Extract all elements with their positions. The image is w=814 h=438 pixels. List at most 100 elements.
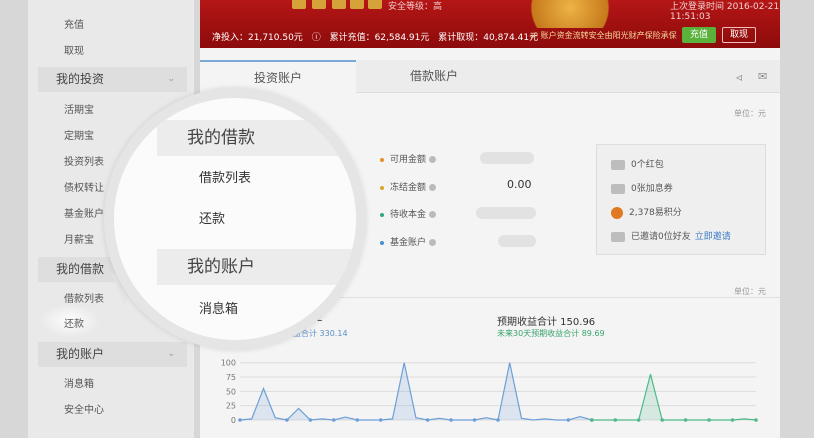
data-point[interactable] [449, 418, 453, 422]
data-point[interactable] [496, 418, 500, 422]
badge-icon [368, 0, 382, 9]
fund-frozen: 冻结金额 [380, 180, 437, 193]
chevron-down-icon: ⌄ [167, 349, 175, 359]
sidebar-item-withdraw[interactable]: 取现 [64, 42, 84, 57]
data-point[interactable] [730, 418, 735, 422]
data-point[interactable] [332, 418, 336, 422]
data-point[interactable] [590, 418, 594, 422]
coupon-row: 0张加息券 [611, 181, 673, 194]
dot-icon [380, 212, 384, 217]
net-invest: 净投入：21,710.50元 [212, 33, 303, 43]
account-tabs: 投资账户 借款账户 ◃ ✉ [200, 60, 780, 93]
sidebar-section-account[interactable]: 我的账户 ⌄ [38, 342, 187, 367]
invite-row: 已邀请0位好友 立即邀请 [611, 229, 731, 242]
sidebar-item-fixed-treasure[interactable]: 定期宝 [64, 127, 94, 142]
info-icon[interactable] [429, 211, 437, 218]
magnifier-loan-list[interactable]: 借款列表 [199, 167, 251, 186]
shield-icon: ☍ [530, 31, 541, 40]
data-point[interactable] [707, 418, 711, 422]
account-stats: 净投入：21,710.50元 ⓘ 累计充值：62,584.91元 累计取现：40… [212, 30, 544, 43]
value-placeholder [498, 235, 536, 247]
fund-available-label: 可用金额 [390, 155, 427, 165]
fund-available: 可用金额 [380, 152, 437, 165]
red-packet-count: 0个红包 [631, 160, 664, 170]
data-point[interactable] [636, 418, 641, 422]
data-point[interactable] [613, 418, 618, 422]
fund-frozen-value: 0.00 [507, 178, 532, 191]
mail-icon[interactable]: ✉ [758, 70, 767, 83]
dot-icon [380, 240, 384, 245]
page: 充值 取现 我的投资 ⌄ 活期宝 定期宝 投资列表 债权转让 基金账户 月薪宝 … [0, 0, 814, 438]
info-icon[interactable] [429, 184, 437, 191]
ticket-icon [611, 183, 625, 194]
sidebar-section-invest[interactable]: 我的投资 ⌄ [38, 67, 187, 92]
speaker-icon[interactable]: ◃ [736, 70, 742, 84]
data-point[interactable] [754, 418, 758, 422]
series-area [591, 374, 756, 420]
data-point[interactable] [308, 418, 313, 422]
sidebar-section-loan-title: 我的借款 [56, 262, 105, 276]
data-point[interactable] [683, 418, 688, 422]
sidebar-item-loan-list[interactable]: 借款列表 [64, 290, 104, 305]
magnifier-account-title[interactable]: 我的账户 [157, 249, 356, 285]
unit-label: 单位：元 [734, 109, 766, 118]
dot-icon [380, 185, 384, 190]
data-point[interactable] [355, 418, 360, 422]
data-point[interactable] [566, 418, 571, 422]
earnings-chart: 100 75 50 25 0 [221, 359, 758, 425]
value-placeholder [480, 152, 534, 164]
red-packet-row: 0个红包 [611, 157, 664, 170]
account-banner: 安全等级：高 上次登录时间 2016-02-21 11:51:03 净投入：21… [200, 0, 780, 48]
badge-icon [312, 0, 326, 9]
sidebar-item-fund-account[interactable]: 基金账户 [64, 205, 104, 220]
points-count: 2,378易积分 [629, 208, 682, 218]
friends-icon [611, 231, 625, 242]
y-tick-label: 75 [226, 373, 236, 382]
total-withdraw: 累计取现：40,874.41元 [438, 33, 539, 43]
data-point[interactable] [472, 418, 477, 422]
sidebar-item-inbox[interactable]: 消息箱 [64, 375, 94, 390]
data-point[interactable] [285, 418, 289, 422]
data-point[interactable] [660, 418, 664, 422]
coupon-count: 0张加息券 [631, 184, 673, 194]
value-placeholder [476, 207, 536, 219]
data-point[interactable] [425, 418, 430, 422]
sidebar-section-invest-title: 我的投资 [56, 72, 105, 86]
unit-label: 单位：元 [734, 287, 766, 296]
invited-count: 已邀请0位好友 [631, 232, 691, 242]
invite-link[interactable]: 立即邀请 [695, 232, 731, 242]
last-login-time: 上次登录时间 2016-02-21 11:51:03 [670, 2, 780, 22]
dot-icon [380, 157, 384, 162]
sidebar-item-debt-transfer[interactable]: 债权转让 [64, 179, 104, 194]
envelope-icon [611, 159, 625, 170]
magnifier-inbox[interactable]: 消息箱 [199, 298, 238, 317]
sidebar-item-invest-list[interactable]: 投资列表 [64, 153, 104, 168]
chevron-down-icon: ⌄ [167, 74, 175, 84]
fund-fund-account-label: 基金账户 [390, 238, 427, 248]
charge-button[interactable]: 充值 [682, 27, 716, 43]
magnifier: 我的借款 借款列表 还款 我的账户 消息箱 [114, 98, 356, 340]
sidebar-item-monthly-treasure[interactable]: 月薪宝 [64, 231, 94, 246]
data-point[interactable] [378, 418, 383, 422]
security-level: 安全等级：高 [388, 2, 443, 12]
info-icon[interactable] [429, 156, 437, 163]
y-tick-label: 25 [226, 402, 236, 411]
data-point[interactable] [238, 418, 242, 422]
sidebar-item-current-treasure[interactable]: 活期宝 [64, 101, 94, 116]
y-tick-label: 100 [221, 359, 236, 368]
sidebar-item-security[interactable]: 安全中心 [64, 401, 104, 416]
withdraw-button[interactable]: 取现 [722, 27, 756, 43]
expected-earnings-30d: 未来30天预期收益合计 89.69 [497, 329, 605, 338]
sidebar-item-repay[interactable]: 还款 [64, 315, 84, 330]
fund-pending: 待收本金 [380, 207, 437, 220]
fund-pending-label: 待收本金 [390, 210, 427, 220]
info-icon[interactable]: ⓘ [312, 33, 321, 43]
magnifier-repay[interactable]: 还款 [199, 208, 225, 227]
total-charge: 累计充值：62,584.91元 [329, 33, 430, 43]
tab-loan-account[interactable]: 借款账户 [356, 60, 512, 93]
points-row: 2,378易积分 [611, 205, 682, 219]
magnifier-loan-title[interactable]: 我的借款 [157, 120, 356, 156]
info-icon[interactable] [429, 239, 437, 246]
insurance-text: 账户资金流转安全由阳光财产保险承保 [540, 31, 677, 40]
sidebar-item-charge[interactable]: 充值 [64, 16, 84, 31]
